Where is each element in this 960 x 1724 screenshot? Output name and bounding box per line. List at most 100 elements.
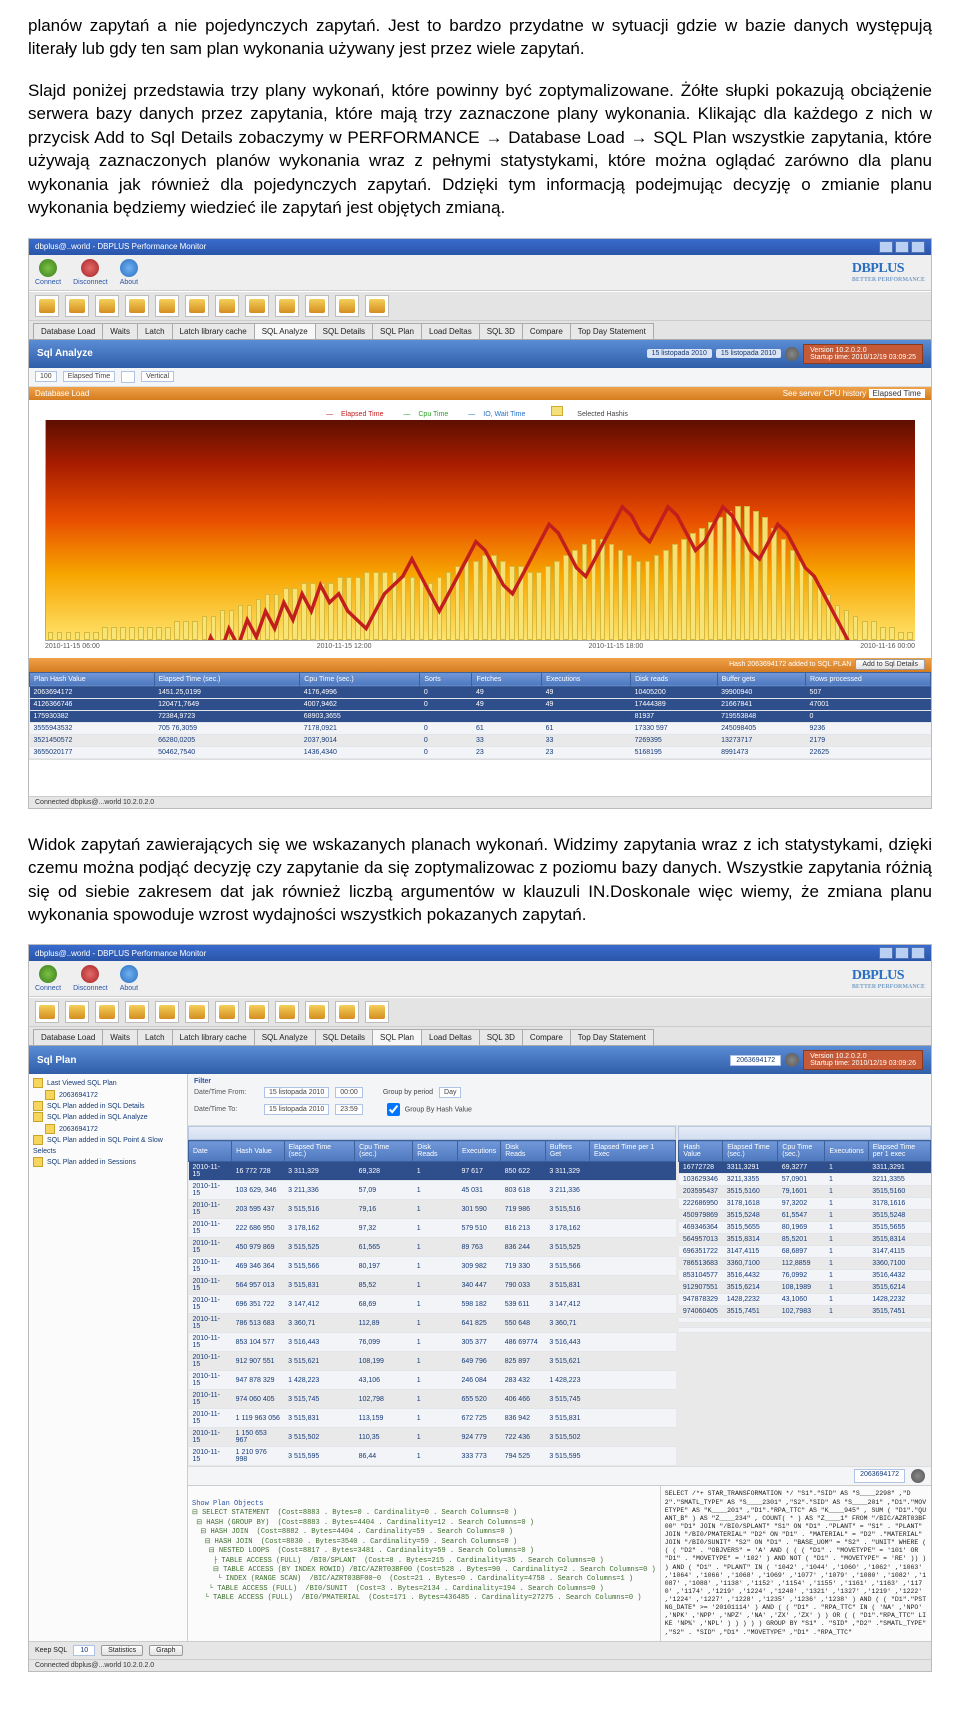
date-to[interactable]: 15 listopada 2010	[716, 349, 781, 358]
table-row[interactable]: 2010-11-15974 060 4053 515,745102,798165…	[189, 1390, 676, 1409]
tab[interactable]: Compare	[522, 1029, 571, 1045]
table-row[interactable]: 7865136833360,7100112,885913360,7100	[679, 1258, 931, 1270]
gear-icon[interactable]	[785, 1053, 799, 1067]
tab[interactable]: SQL Plan	[372, 1029, 422, 1045]
tab[interactable]: SQL Analyze	[254, 1029, 316, 1045]
tab[interactable]: Latch library cache	[172, 1029, 255, 1045]
tab[interactable]: SQL 3D	[479, 323, 523, 339]
window-controls[interactable]	[879, 947, 925, 959]
toolbar-icon[interactable]	[95, 295, 119, 317]
date-from-field[interactable]: 15 listopada 2010	[264, 1087, 329, 1098]
toolbar-icon[interactable]	[305, 1001, 329, 1023]
mode-select[interactable]: Elapsed Time	[63, 371, 115, 382]
table-row[interactable]: 20636941721451.25,01994176,4996049491040…	[30, 686, 931, 698]
date-to-field[interactable]: 15 listopada 2010	[264, 1104, 329, 1115]
window-controls[interactable]	[879, 241, 925, 253]
table-row[interactable]: 2010-11-151 119 963 0563 515,831113,1591…	[189, 1409, 676, 1428]
about-button[interactable]: About	[120, 965, 138, 992]
tab[interactable]: Latch	[137, 1029, 173, 1045]
table-row[interactable]: 3555943532705 76,30597178,09210616117330…	[30, 722, 931, 734]
table-row[interactable]: 2010-11-15947 878 3291 428,22343,1061246…	[189, 1371, 676, 1390]
tab[interactable]: Load Deltas	[421, 323, 480, 339]
disconnect-button[interactable]: Disconnect	[73, 259, 108, 286]
table-row[interactable]	[679, 1328, 931, 1333]
about-button[interactable]: About	[120, 259, 138, 286]
execution-plan-tree[interactable]: Show Plan Objects ⊟ SELECT STATEMENT (Co…	[188, 1486, 660, 1640]
table-row[interactable]: 2010-11-15450 979 8693 515,52561,565189 …	[189, 1238, 676, 1257]
table-row[interactable]: 9478783291428,223243,106011428,2232	[679, 1294, 931, 1306]
tree-node[interactable]: SQL Plan added in SQL Point & Slow Selec…	[33, 1135, 183, 1157]
add-to-sql-details-button[interactable]: Add to Sql Details	[855, 659, 925, 670]
tab[interactable]: Latch library cache	[172, 323, 255, 339]
table-row[interactable]: 17593038272384,972368903,365581937719553…	[30, 710, 931, 722]
table-row[interactable]: 8531045773516,443276,099213516,4432	[679, 1270, 931, 1282]
checkbox[interactable]	[121, 371, 135, 383]
toolbar-icon[interactable]	[305, 295, 329, 317]
time-from-field[interactable]: 00:00	[335, 1087, 363, 1098]
tab[interactable]: Database Load	[33, 1029, 103, 1045]
table-row[interactable]: 2010-11-15696 351 7223 147,41268,691598 …	[189, 1295, 676, 1314]
show-plan-objects-link[interactable]: Show Plan Objects	[192, 1500, 263, 1508]
tab[interactable]: Compare	[522, 323, 571, 339]
table-row[interactable]: 1036293463211,335557,090113211,3355	[679, 1174, 931, 1186]
toolbar-icon[interactable]	[275, 1001, 299, 1023]
keep-sql-input[interactable]: 10	[73, 1645, 95, 1656]
toolbar-icon[interactable]	[335, 295, 359, 317]
graph-button[interactable]: Graph	[149, 1645, 182, 1656]
table-row[interactable]: 2010-11-15564 957 0133 515,83185,521340 …	[189, 1276, 676, 1295]
tab[interactable]: SQL Plan	[372, 323, 422, 339]
table-row[interactable]: 9740604053515,7451102,798313515,7451	[679, 1306, 931, 1318]
table-row[interactable]: 365502017750462,75401436,434002323516819…	[30, 746, 931, 758]
tab[interactable]: Waits	[102, 1029, 138, 1045]
table-row[interactable]: 2010-11-15786 513 6833 360,71112,891641 …	[189, 1314, 676, 1333]
table-row[interactable]: 2010-11-151 150 653 9673 515,502110,3519…	[189, 1428, 676, 1447]
sql-statement-text[interactable]: SELECT /*+ STAR_TRANSFORMATION */ "S1"."…	[660, 1486, 931, 1640]
tree-node[interactable]: 2063694172	[45, 1124, 183, 1135]
table-row[interactable]: 2226869503178,161897,320213178,1616	[679, 1198, 931, 1210]
toolbar-icon[interactable]	[185, 1001, 209, 1023]
table-row[interactable]: 2010-11-15203 595 4373 515,51679,161301 …	[189, 1200, 676, 1219]
tree-node[interactable]: SQL Plan added in SQL Details	[33, 1101, 183, 1112]
limit-select[interactable]: 100	[35, 371, 57, 382]
gear-icon[interactable]	[785, 347, 799, 361]
statistics-button[interactable]: Statistics	[101, 1645, 143, 1656]
toolbar-icon[interactable]	[35, 1001, 59, 1023]
date-from[interactable]: 15 listopada 2010	[647, 349, 712, 358]
toolbar-icon[interactable]	[215, 1001, 239, 1023]
tab[interactable]: Waits	[102, 323, 138, 339]
table-row[interactable]: 2010-11-151 210 976 9983 515,59586,44133…	[189, 1447, 676, 1466]
table-row[interactable]: 9129075513515,6214108,198913515,6214	[679, 1282, 931, 1294]
tab[interactable]: Database Load	[33, 323, 103, 339]
tree-node[interactable]: SQL Plan added in Sessions	[33, 1157, 183, 1168]
sql-plan-left-table[interactable]: DateHash ValueElapsed Time (sec.)Cpu Tim…	[188, 1140, 676, 1466]
tree-node[interactable]: 2063694172	[45, 1090, 183, 1101]
toolbar-icon[interactable]	[95, 1001, 119, 1023]
table-row[interactable]: 4126366746120471,76494007,94620494917444…	[30, 698, 931, 710]
series-select[interactable]: Elapsed Time	[869, 389, 925, 398]
toolbar-icon[interactable]	[365, 295, 389, 317]
table-row[interactable]: 352145057266280,02052037,901403333726939…	[30, 734, 931, 746]
table-row[interactable]: 2010-11-15469 346 3643 515,56680,1971309…	[189, 1257, 676, 1276]
table-row[interactable]: 4509798693515,524861,554713515,5248	[679, 1210, 931, 1222]
connect-button[interactable]: Connect	[35, 259, 61, 286]
orient-select[interactable]: Vertical	[141, 371, 174, 382]
plan-hash-table[interactable]: Plan Hash ValueElapsed Time (sec.)Cpu Ti…	[29, 672, 931, 759]
table-row[interactable]: 2010-11-15222 686 9503 178,16297,321579 …	[189, 1219, 676, 1238]
tab[interactable]: SQL Details	[315, 1029, 373, 1045]
toolbar-icon[interactable]	[275, 295, 299, 317]
tab[interactable]: SQL Details	[315, 323, 373, 339]
tab[interactable]: SQL 3D	[479, 1029, 523, 1045]
toolbar-icon[interactable]	[125, 1001, 149, 1023]
tab[interactable]: SQL Analyze	[254, 323, 316, 339]
table-row[interactable]: 2010-11-15853 104 5773 516,44376,0991305…	[189, 1333, 676, 1352]
table-row[interactable]: 4693463643515,565580,196913515,5655	[679, 1222, 931, 1234]
toolbar-icon[interactable]	[35, 295, 59, 317]
toolbar-icon[interactable]	[185, 295, 209, 317]
table-row[interactable]: 6963517223147,411568,689713147,4115	[679, 1246, 931, 1258]
tab[interactable]: Top Day Statement	[570, 1029, 654, 1045]
gear-icon[interactable]	[911, 1469, 925, 1483]
connect-button[interactable]: Connect	[35, 965, 61, 992]
group-hash-checkbox[interactable]	[387, 1103, 400, 1116]
group-period-select[interactable]: Day	[439, 1087, 461, 1098]
time-to-field[interactable]: 23:59	[335, 1104, 363, 1115]
